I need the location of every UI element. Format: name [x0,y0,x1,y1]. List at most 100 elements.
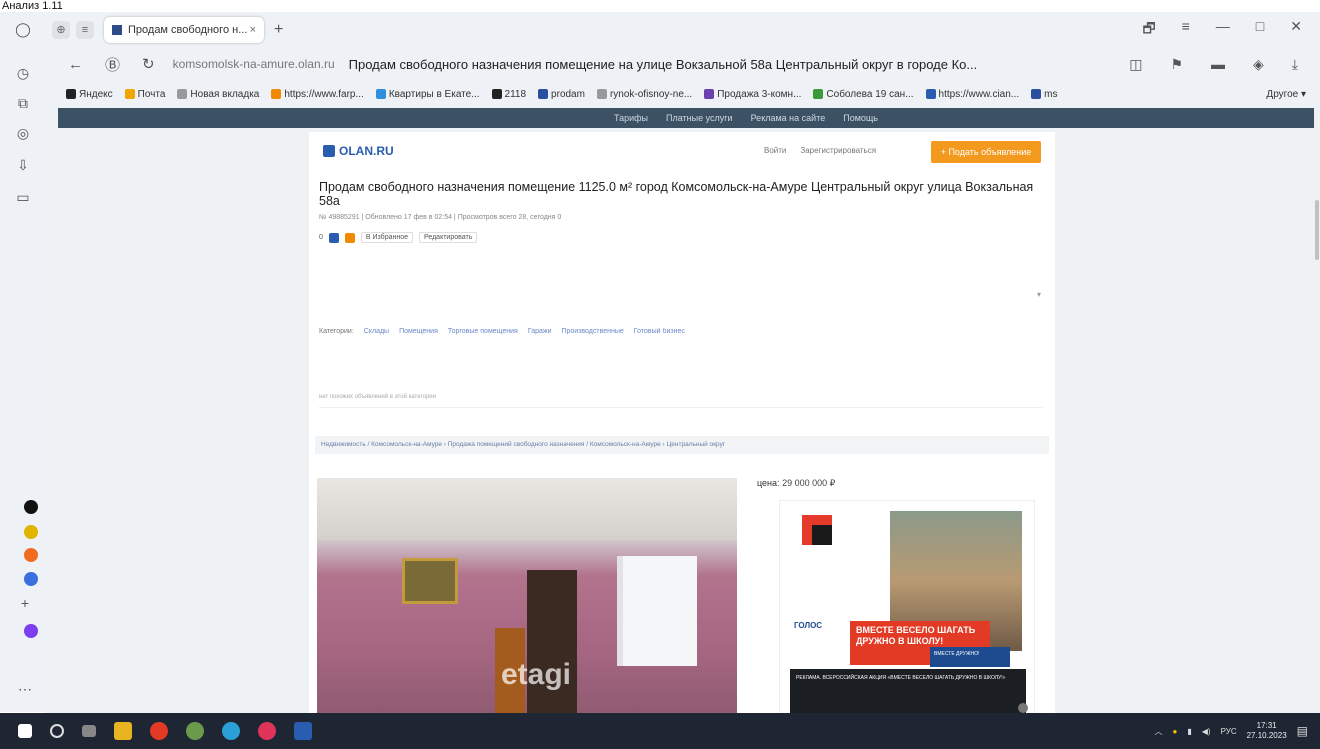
bookmark-item[interactable]: prodam [538,89,585,100]
ok-share-icon[interactable] [344,232,355,243]
category-link[interactable]: Готовый бизнес [634,328,685,335]
ad-logo-text: ГОЛОС [794,621,823,630]
login-link[interactable]: Войти [764,146,786,155]
category-link[interactable]: Помещения [399,328,438,335]
ad-info-icon[interactable] [1018,703,1028,713]
search-icon[interactable] [50,724,64,738]
topbar-link-tariffs[interactable]: Тарифы [614,113,648,123]
bookmark-favicon-icon [704,89,715,99]
history-icon[interactable]: ◷ [14,64,32,82]
notes-icon[interactable]: ▭ [14,188,32,206]
window-restore-icon[interactable]: 🗗 [1142,18,1155,42]
edit-button[interactable]: Редактировать [419,232,478,243]
bookmark-item[interactable]: 2118 [491,89,526,100]
bookmark-item[interactable]: Соболева 19 сан... [813,89,914,100]
add-app-icon[interactable]: + [16,594,34,612]
alice-icon[interactable] [24,624,38,638]
categories-label: Категории: [319,328,354,335]
zen-icon[interactable]: ◎ [14,124,32,142]
ad-banner[interactable]: ГОЛОС ВМЕСТЕ ВЕСЕЛО ШАГАТЬ ДРУЖНО В ШКОЛ… [779,500,1035,713]
listing-content: OLAN.RU Войти Зарегистрироваться + Подат… [309,132,1055,713]
description-area: ▾ [319,260,1043,320]
vk-share-icon[interactable] [328,232,339,243]
notification-icon[interactable]: ▤ [1297,724,1308,738]
tabs-menu-icon[interactable]: ⊕ [52,21,70,39]
bookmark-item[interactable]: Квартиры в Екате... [375,89,480,100]
breadcrumb[interactable]: Недвижимость / Комсомольск-на-Амуре › Пр… [315,436,1049,454]
yandex-icon[interactable]: Ⓑ [105,54,120,75]
bookmark-favicon-icon [538,89,549,99]
bookmark-favicon-icon [1031,89,1042,99]
url-host: komsomolsk-na-amure.olan.ru [172,57,335,71]
category-link[interactable]: Торговые помещения [448,328,518,335]
clock[interactable]: 17:31 27.10.2023 [1247,721,1287,741]
page-scrollbar[interactable] [1314,120,1320,713]
bookmark-item[interactable]: https://www.cian... [925,89,1019,100]
app-icon-3[interactable] [24,548,38,562]
window-menu-icon[interactable]: ≡ [1182,18,1190,42]
active-tab[interactable]: Продам свободного н... × [104,17,264,43]
close-tab-icon[interactable]: × [250,24,256,36]
site-logo[interactable]: OLAN.RU [323,144,394,158]
downloads-icon[interactable]: ⇩ [14,156,32,174]
app-taskbar-icon-2[interactable] [258,722,276,740]
yandex-browser-icon[interactable] [150,722,168,740]
share-row: 0 В Избранное Редактировать [319,232,478,243]
more-icon[interactable]: ⋯ [16,680,34,698]
bookmark-item[interactable]: Продажа 3-комн... [704,89,801,100]
bookmark-favicon-icon [177,89,188,99]
category-link[interactable]: Производственные [561,328,623,335]
site-topbar: Тарифы Платные услуги Реклама на сайте П… [58,108,1314,128]
bookmarks-other[interactable]: Другое ▾ [1266,89,1320,100]
bookmark-item[interactable]: Почта [124,89,165,100]
explorer-icon[interactable] [114,722,132,740]
maximize-icon[interactable]: □ [1256,18,1264,42]
bookmark-item[interactable]: Новая вкладка [177,89,259,100]
edge-icon[interactable] [222,722,240,740]
tray-up-icon[interactable]: ︿ [1155,726,1163,737]
bookmark-icon[interactable]: ⚑ [1170,56,1183,73]
browser-menu-icon[interactable]: ◯ [14,20,32,38]
collections-icon[interactable]: ⧉ [14,94,32,112]
bookmark-favicon-icon [491,89,502,99]
reload-icon[interactable]: ↻ [142,55,155,73]
new-tab-button[interactable]: + [274,21,283,39]
network-icon[interactable]: ▮ [1187,727,1191,736]
scroll-thumb[interactable] [1315,200,1319,260]
download-icon[interactable]: ⤓ [1292,56,1298,73]
extension-icon[interactable]: ▬ [1211,56,1225,73]
bookmark-item[interactable]: Яндекс [66,89,113,100]
listing-photo[interactable]: etagi [317,478,737,713]
expand-icon[interactable]: ▾ [1037,290,1041,299]
favorite-button[interactable]: В Избранное [360,232,413,243]
register-link[interactable]: Зарегистрироваться [800,146,876,155]
back-icon[interactable]: ← [68,56,83,73]
url-field[interactable]: komsomolsk-na-amure.olan.ru Продам свобо… [173,57,978,72]
app-icon-2[interactable] [24,525,38,539]
minimize-icon[interactable]: — [1216,18,1230,42]
volume-icon[interactable]: ◀) [1202,727,1211,736]
topbar-link-paid[interactable]: Платные услуги [666,113,733,123]
category-link[interactable]: Гаражи [528,328,552,335]
category-link[interactable]: Склады [364,328,389,335]
bookmark-favicon-icon [925,89,936,99]
bookmarks-bar: Яндекс Почта Новая вкладка https://www.farp… [46,82,1320,106]
task-view-icon[interactable] [82,725,96,737]
word-icon[interactable] [294,722,312,740]
tab-list-icon[interactable]: ≡ [76,21,94,39]
language-indicator[interactable]: РУС [1221,727,1237,736]
app-taskbar-icon[interactable] [186,722,204,740]
bookmark-item[interactable]: ms [1031,89,1057,100]
post-ad-button[interactable]: + Подать объявление [931,141,1041,163]
app-icon-4[interactable] [24,572,38,586]
close-window-icon[interactable]: ✕ [1290,18,1302,42]
topbar-link-help[interactable]: Помощь [843,113,878,123]
protect-icon[interactable]: ◈ [1253,56,1264,73]
bookmark-item[interactable]: rynok-ofisnoy-ne... [596,89,692,100]
start-icon[interactable] [18,724,32,738]
tray-app-icon[interactable]: ● [1173,727,1178,736]
reader-icon[interactable]: ◫ [1129,56,1142,73]
topbar-link-ads[interactable]: Реклама на сайте [751,113,826,123]
app-icon-1[interactable] [24,500,38,514]
bookmark-item[interactable]: https://www.farp... [271,89,364,100]
